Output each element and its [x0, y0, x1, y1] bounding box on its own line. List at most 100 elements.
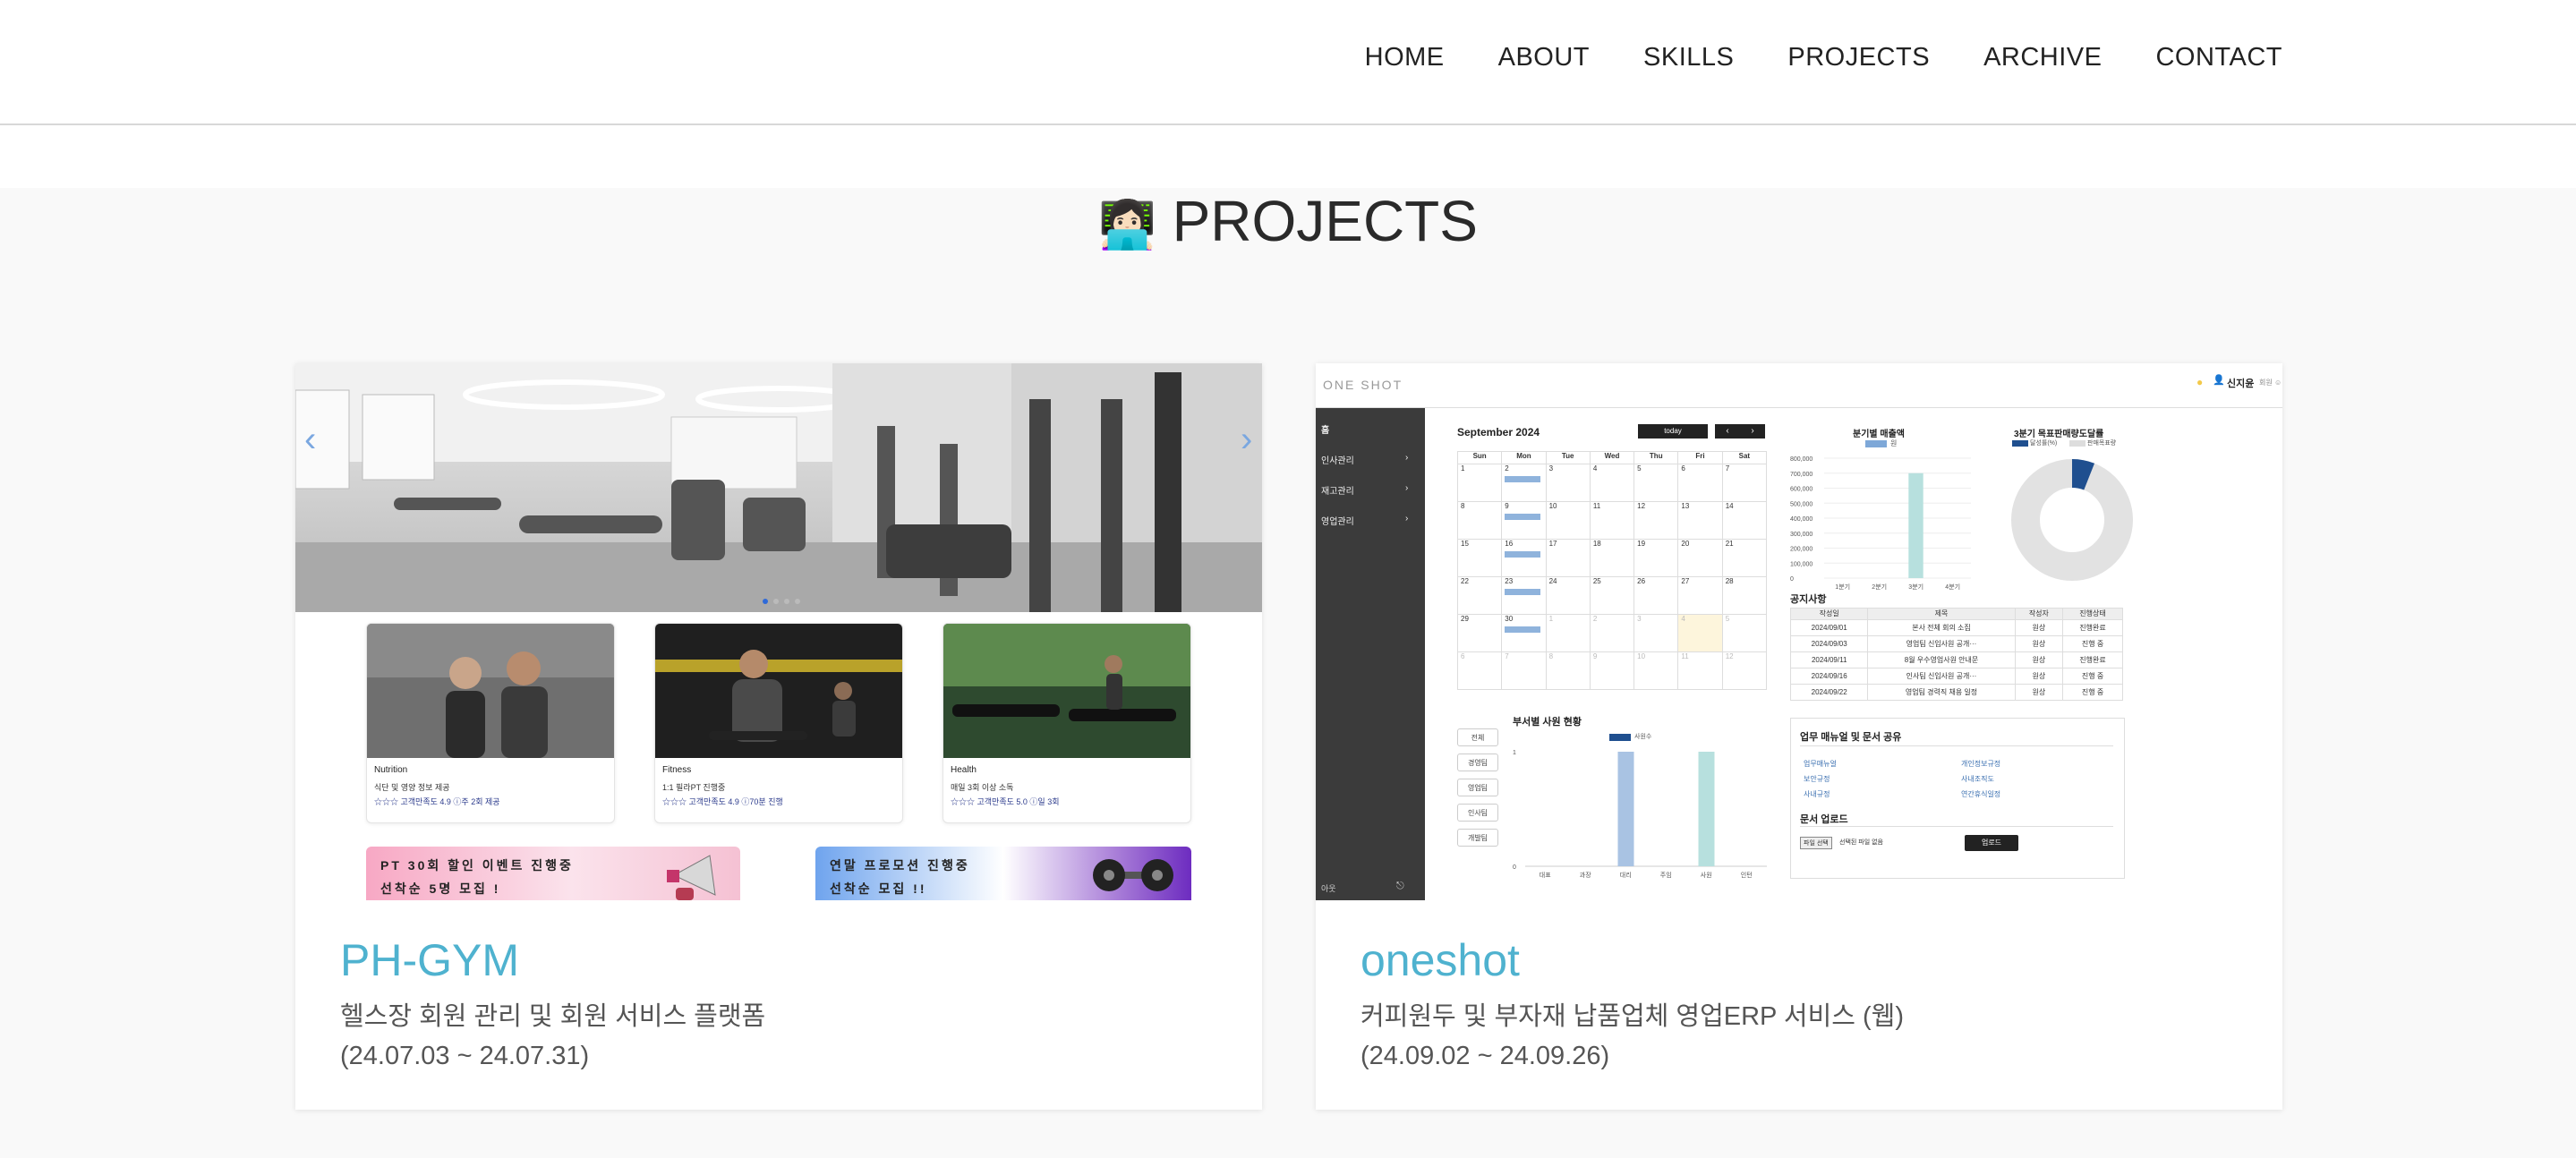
notice-cell: 2024/09/22 — [1789, 684, 1869, 701]
calendar-day-cell[interactable]: 10 — [1633, 651, 1679, 690]
calendar-day-cell[interactable]: 16 — [1501, 539, 1547, 577]
erp-logout[interactable]: 아웃 — [1321, 882, 1336, 894]
calendar-day-cell[interactable]: 9 — [1589, 651, 1635, 690]
calendar-day-cell[interactable]: 4 — [1589, 464, 1635, 502]
calendar-day-cell[interactable]: 20 — [1677, 539, 1723, 577]
calendar-day-cell[interactable]: 14 — [1721, 501, 1768, 540]
logout-icon[interactable]: ⎋ — [1396, 881, 1404, 892]
notice-header: 작성자 — [2014, 608, 2064, 620]
calendar-day-cell[interactable]: 12 — [1633, 501, 1679, 540]
calendar-day-cell[interactable]: 7 — [1501, 651, 1547, 690]
table-row[interactable]: 2024/09/16 인사팀 신입사원 공개··· 원상 진행 중 — [1789, 668, 2123, 685]
notice-cell: 2024/09/01 — [1789, 619, 1869, 636]
calendar-day-cell[interactable]: 7 — [1721, 464, 1768, 502]
calendar-day-cell[interactable]: 5 — [1633, 464, 1679, 502]
dept-filter-button[interactable]: 개발팀 — [1457, 829, 1498, 847]
promo-banner-pt[interactable]: PT 30회 할인 이벤트 진행중 선착순 5명 모집 ! — [366, 847, 740, 900]
calendar-day-cell[interactable]: 15 — [1456, 539, 1503, 577]
calendar-day-cell[interactable]: 30 — [1501, 614, 1547, 652]
calendar-next-button[interactable]: › — [1740, 424, 1765, 439]
project-period: (24.07.03 ~ 24.07.31) — [340, 1042, 590, 1070]
calendar-day-cell[interactable]: 3 — [1633, 614, 1679, 652]
donut-chart — [2011, 459, 2133, 581]
calendar-day-cell[interactable]: 11 — [1589, 501, 1635, 540]
sales-chart-panel: 분기별 매출액 원 800,000 700,000 600,000 500,000 40… — [1790, 426, 1978, 605]
dept-category-label: 대표 — [1540, 872, 1551, 879]
dept-filter-button[interactable]: 전체 — [1457, 728, 1498, 746]
calendar-event[interactable] — [1505, 589, 1541, 595]
calendar-day-cell[interactable]: 6 — [1677, 464, 1723, 502]
doc-link[interactable]: 연간휴식일정 — [1961, 787, 2000, 802]
nav-link-archive[interactable]: ARCHIVE — [1983, 43, 2102, 72]
project-screenshot: ‹ › Nutrition 식단 및 영양 정보 제공 ☆☆☆ 고객만족도 4.… — [295, 363, 1262, 900]
calendar-event[interactable] — [1505, 626, 1541, 633]
calendar-day-cell[interactable]: 1 — [1456, 464, 1503, 502]
calendar-event[interactable] — [1505, 514, 1541, 520]
calendar-day-cell[interactable]: 2 — [1589, 614, 1635, 652]
erp-sidebar-inventory[interactable]: 재고관리 › — [1321, 483, 1408, 497]
nav-link-about[interactable]: ABOUT — [1498, 43, 1590, 72]
dept-filter-button[interactable]: 경영팀 — [1457, 754, 1498, 771]
table-row[interactable]: 2024/09/01 본사 전체 회의 소집 원상 진행완료 — [1789, 619, 2123, 636]
nav-link-projects[interactable]: PROJECTS — [1787, 43, 1930, 72]
doc-link[interactable]: 보안규정 — [1804, 771, 1837, 787]
calendar-day-cell[interactable]: 21 — [1721, 539, 1768, 577]
calendar-day-cell[interactable]: 1 — [1545, 614, 1591, 652]
table-row[interactable]: 2024/09/22 영업팀 경력직 채용 일정 원상 진행 중 — [1789, 684, 2123, 701]
calendar-prev-button[interactable]: ‹ — [1715, 424, 1740, 439]
calendar-day-cell[interactable]: 13 — [1677, 501, 1723, 540]
erp-sidebar-sales[interactable]: 영업관리 › — [1321, 514, 1408, 527]
calendar-day-cell[interactable]: 8 — [1456, 501, 1503, 540]
calendar-day-cell[interactable]: 28 — [1721, 576, 1768, 615]
calendar-day-cell[interactable]: 19 — [1633, 539, 1679, 577]
doc-link[interactable]: 사내규정 — [1804, 787, 1837, 802]
calendar-day-cell[interactable]: 5 — [1721, 614, 1768, 652]
calendar-event[interactable] — [1505, 476, 1541, 482]
project-title[interactable]: PH-GYM — [340, 934, 519, 986]
service-card-fitness[interactable]: Fitness 1:1 필라PT 진행중 ☆☆☆ 고객만족도 4.9 ⓘ70분 … — [654, 623, 903, 823]
calendar-day-cell[interactable]: 17 — [1545, 539, 1591, 577]
table-row[interactable]: 2024/09/11 8월 우수영업사원 안내문 원상 진행완료 — [1789, 651, 2123, 668]
file-select-button[interactable]: 파일 선택 — [1800, 837, 1832, 849]
calendar-day-cell[interactable]: 8 — [1545, 651, 1591, 690]
calendar-event[interactable] — [1505, 551, 1541, 558]
service-card-health[interactable]: Health 매일 3회 이상 소독 ☆☆☆ 고객만족도 5.0 ⓘ일 3회 — [943, 623, 1191, 823]
upload-button[interactable]: 업로드 — [1965, 835, 2018, 851]
calendar-day-cell[interactable]: 10 — [1545, 501, 1591, 540]
project-card-oneshot[interactable]: ONE SHOT ● 👤 신지윤 회원 ☺ 홈 인사관리 › 재고관리 › 영업관리… — [1316, 363, 2282, 1110]
calendar-day-cell[interactable]: 3 — [1545, 464, 1591, 502]
calendar-day-cell[interactable]: 9 — [1501, 501, 1547, 540]
calendar-grid: Sun Mon Tue Wed Thu Fri Sat 1 2 3 4 5 6 7 8 9 10 11 12 13 14… — [1456, 451, 1768, 690]
table-row[interactable]: 2024/09/03 영업팀 신입사원 공개··· 원상 진행 중 — [1789, 635, 2123, 652]
nav-link-home[interactable]: HOME — [1365, 43, 1445, 72]
calendar-day-cell[interactable]: 12 — [1721, 651, 1768, 690]
nav-link-contact[interactable]: CONTACT — [2155, 43, 2282, 72]
calendar-day-cell[interactable]: 23 — [1501, 576, 1547, 615]
calendar-day-cell[interactable]: 4 — [1677, 614, 1723, 652]
erp-sidebar-home[interactable]: 홈 — [1321, 422, 1329, 436]
project-card-ph-gym[interactable]: ‹ › Nutrition 식단 및 영양 정보 제공 ☆☆☆ 고객만족도 4.… — [295, 363, 1262, 1110]
calendar-day-cell[interactable]: 11 — [1677, 651, 1723, 690]
project-title[interactable]: oneshot — [1361, 934, 1520, 986]
calendar-day-cell[interactable]: 27 — [1677, 576, 1723, 615]
calendar-day-cell[interactable]: 2 — [1501, 464, 1547, 502]
sales-chart: 800,000 700,000 600,000 500,000 400,000 300,0… — [1790, 456, 1971, 591]
calendar-day-cell[interactable]: 18 — [1589, 539, 1635, 577]
sales-tick-label: 600,000 — [1790, 487, 1813, 493]
erp-sidebar-hr[interactable]: 인사관리 › — [1321, 453, 1408, 466]
service-card-nutrition[interactable]: Nutrition 식단 및 영양 정보 제공 ☆☆☆ 고객만족도 4.9 ⓘ주… — [366, 623, 615, 823]
calendar-day-cell[interactable]: 24 — [1545, 576, 1591, 615]
dept-filter-button[interactable]: 인사팀 — [1457, 804, 1498, 822]
calendar-day-cell[interactable]: 29 — [1456, 614, 1503, 652]
doc-link[interactable]: 업무매뉴얼 — [1804, 756, 1837, 771]
calendar-day-cell[interactable]: 6 — [1456, 651, 1503, 690]
nav-link-skills[interactable]: SKILLS — [1643, 43, 1734, 72]
doc-link[interactable]: 사내조직도 — [1961, 771, 2000, 787]
calendar-day-cell[interactable]: 25 — [1589, 576, 1635, 615]
calendar-day-cell[interactable]: 22 — [1456, 576, 1503, 615]
dept-filter-button[interactable]: 영업팀 — [1457, 779, 1498, 796]
calendar-day-cell[interactable]: 26 — [1633, 576, 1679, 615]
calendar-today-button[interactable]: today — [1638, 424, 1708, 439]
promo-banner-yearend[interactable]: 연말 프로모션 진행중 선착순 모집 !! — [815, 847, 1191, 900]
doc-link[interactable]: 개인정보규정 — [1961, 756, 2000, 771]
